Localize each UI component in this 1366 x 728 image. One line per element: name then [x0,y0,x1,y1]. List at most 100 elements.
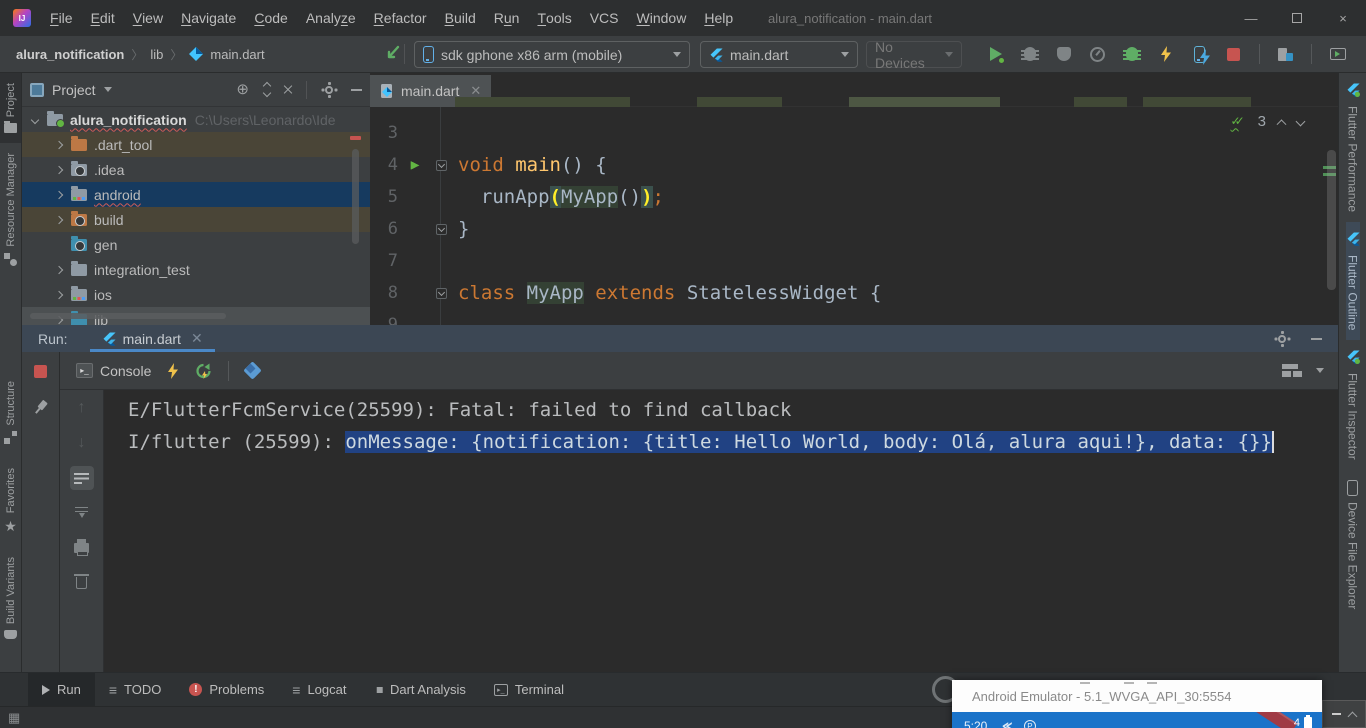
flutter-hot-reload-icon[interactable] [1157,46,1174,63]
tool-window-tab-terminal[interactable]: ▸_Terminal [480,673,578,706]
console-tab-label[interactable]: Console [100,363,151,379]
menu-edit[interactable]: Edit [82,0,124,36]
menu-window[interactable]: Window [628,0,696,36]
menu-navigate[interactable]: Navigate [172,0,245,36]
device-selector[interactable]: sdk gphone x86 arm (mobile) [414,41,690,68]
tree-chevron-icon[interactable] [55,265,63,273]
tree-chevron-icon[interactable] [55,190,63,198]
down-arrow-icon[interactable]: ↓ [70,431,94,455]
tree-chevron-icon[interactable] [55,290,63,298]
target-device-selector[interactable]: No Devices [866,41,962,68]
code-line[interactable]: 4▶▶void main() { [370,149,1338,181]
emulator-minimize-icon[interactable] [1332,713,1341,715]
sidebar-item-favorites[interactable]: Favorites★ [0,458,21,542]
menu-vcs[interactable]: VCS [581,0,628,36]
menu-analyze[interactable]: Analyze [297,0,365,36]
tree-chevron-icon[interactable] [31,115,39,123]
sidebar-item-device-file-explorer[interactable]: Device File Explorer [1346,470,1360,619]
tree-chevron-icon[interactable] [55,165,63,173]
tree-item-gen[interactable]: gen [22,232,370,257]
breadcrumb-lib[interactable]: lib [150,47,163,62]
open-devtools-icon[interactable] [245,363,260,378]
close-button[interactable]: × [1320,0,1366,36]
breadcrumb-project[interactable]: alura_notification [16,47,124,62]
tool-window-tab-problems[interactable]: !Problems [175,673,278,706]
sidebar-item-build-variants[interactable]: Build Variants [0,547,21,649]
menu-build[interactable]: Build [436,0,485,36]
code-line[interactable]: 7 [370,245,1338,277]
code-line[interactable]: 5 runApp(MyApp()); [370,181,1338,213]
expand-all-icon[interactable] [264,83,270,96]
android-emulator-window[interactable]: Android Emulator - 5.1_WVGA_API_30:5554 … [952,680,1322,728]
hot-restart-icon[interactable] [195,363,212,379]
menu-file[interactable]: File [41,0,82,36]
stop-icon[interactable] [1225,46,1242,63]
hot-reload-icon[interactable] [167,363,179,379]
flutter-attach-icon[interactable] [383,44,401,62]
emulator-side-toolbar[interactable] [1322,700,1366,728]
flutter-hot-restart-icon[interactable] [1191,46,1208,63]
tree-horizontal-scrollbar[interactable] [30,313,226,319]
tool-window-tab-todo[interactable]: ≡TODO [95,673,176,706]
menu-run[interactable]: Run [485,0,529,36]
tree-item-idea[interactable]: .idea [22,157,370,182]
tree-item-build[interactable]: build [22,207,370,232]
tree-chevron-icon[interactable] [55,215,63,223]
run-icon[interactable] [987,46,1004,63]
hide-panel-icon[interactable] [351,89,362,91]
attach-debugger-icon[interactable] [1123,46,1140,63]
chevron-down-icon[interactable] [104,87,112,92]
run-line-icon[interactable]: ▶▶ [411,157,412,173]
editor-scrollbar[interactable] [1327,150,1336,290]
run-config-selector[interactable]: main.dart [700,41,858,68]
stop-process-button[interactable] [34,365,47,378]
breadcrumb-file[interactable]: main.dart [210,47,264,62]
tree-item-dart_tool[interactable]: .dart_tool [22,132,370,157]
sidebar-item-project[interactable]: Project [0,73,21,143]
tool-window-switcher-icon[interactable]: ▦ [8,711,20,724]
print-icon[interactable] [70,536,94,560]
up-arrow-icon[interactable]: ↑ [70,396,94,420]
pin-tab-icon[interactable] [31,397,51,417]
collapse-all-icon[interactable] [285,83,291,96]
menu-code[interactable]: Code [245,0,296,36]
sidebar-item-structure[interactable]: Structure [0,371,21,455]
code-line[interactable]: 9 [370,309,1338,325]
running-devices-icon[interactable] [1329,46,1346,63]
device-manager-icon[interactable] [1277,46,1294,63]
debug-icon[interactable] [1021,46,1038,63]
tree-item-alura_notification[interactable]: alura_notificationC:\Users\Leonardo\Ide [22,107,370,132]
sidebar-item-flutter-inspector[interactable]: Flutter Inspector [1346,340,1360,470]
run-with-coverage-icon[interactable] [1055,46,1072,63]
hide-panel-icon[interactable] [1311,338,1322,340]
tool-window-tab-logcat[interactable]: ≡Logcat [278,673,360,706]
tree-chevron-icon[interactable] [55,140,63,148]
fold-marker-icon[interactable] [436,288,447,299]
restore-layout-icon[interactable] [1282,364,1298,377]
clear-console-icon[interactable] [70,571,94,595]
menu-tools[interactable]: Tools [528,0,580,36]
select-opened-file-icon[interactable]: ⊕ [236,82,249,97]
tool-window-tab-run[interactable]: Run [28,673,95,706]
run-tab-main-dart[interactable]: main.dart ✕ [90,325,215,352]
gear-icon[interactable] [1275,332,1289,346]
fold-marker-icon[interactable] [436,224,447,235]
menu-view[interactable]: View [124,0,172,36]
sidebar-item-resource-manager[interactable]: Resource Manager [0,143,21,276]
sidebar-item-flutter-performance[interactable]: Flutter Performance [1346,73,1360,222]
console-output[interactable]: E/FlutterFcmService(25599): Fatal: faile… [104,390,1338,672]
code-line[interactable]: 6} [370,213,1338,245]
menu-refactor[interactable]: Refactor [365,0,436,36]
soft-wrap-icon[interactable] [70,466,94,490]
menu-help[interactable]: Help [695,0,742,36]
emulator-title-bar[interactable]: Android Emulator - 5.1_WVGA_API_30:5554 [952,680,1322,712]
inspections-widget[interactable]: ✓✓ 3 [1231,113,1304,130]
maximize-button[interactable] [1274,0,1320,36]
tree-vertical-scrollbar[interactable] [352,149,359,244]
code-line[interactable]: 8class MyApp extends StatelessWidget { [370,277,1338,309]
tool-window-tab-dart-analysis[interactable]: ◆Dart Analysis [361,673,480,706]
close-tab-icon[interactable]: ✕ [191,330,203,347]
fold-marker-icon[interactable] [436,160,447,171]
next-problem-icon[interactable] [1296,117,1306,127]
code-line[interactable]: 3 [370,117,1338,149]
